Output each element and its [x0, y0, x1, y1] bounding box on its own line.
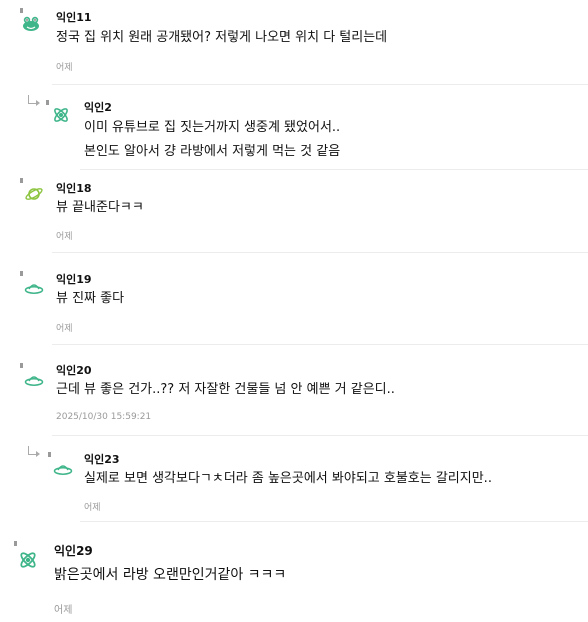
divider [52, 84, 588, 85]
divider [80, 169, 588, 170]
comment-nickname[interactable]: 익인18 [56, 180, 92, 196]
comment-text-line-1: 이미 유튜브로 집 짓는거까지 생중계 됐었어서.. [84, 120, 341, 135]
reply-arrow-icon [28, 95, 40, 106]
indicator-dot [48, 452, 51, 457]
indicator-dot [20, 271, 23, 276]
atom-avatar-icon[interactable] [51, 105, 71, 125]
comment-text: 근데 뷰 좋은 건가..?? 저 자잘한 건물들 넘 안 예쁜 거 같은디.. [56, 382, 395, 397]
reply-arrow-icon [28, 446, 40, 457]
ufo-avatar-icon[interactable] [53, 459, 73, 479]
indicator-dot [46, 100, 49, 105]
indicator-dot [20, 363, 23, 368]
indicator-dot [20, 8, 23, 13]
comment-nickname[interactable]: 익인19 [56, 271, 92, 287]
ufo-avatar-icon[interactable] [24, 278, 44, 298]
planet-avatar-icon[interactable] [24, 184, 44, 204]
indicator-dot [14, 541, 17, 546]
comment-time: 어제 [56, 324, 73, 334]
atom-avatar-icon[interactable] [17, 549, 39, 571]
indicator-dot [20, 178, 23, 183]
comment-nickname[interactable]: 익인2 [84, 99, 112, 115]
ufo-avatar-icon[interactable] [24, 370, 44, 390]
comment-time: 어제 [54, 605, 73, 616]
comment-time: 2025/10/30 15:59:21 [56, 412, 152, 422]
comment-time: 어제 [84, 503, 101, 513]
comment-time: 어제 [56, 232, 73, 242]
divider [52, 252, 588, 253]
frog-avatar-icon[interactable] [21, 14, 41, 34]
comment-time: 어제 [56, 63, 73, 73]
divider [52, 344, 588, 345]
comment-text: 정국 집 위치 원래 공개됐어? 저렇게 나오면 위치 다 털리는데 [56, 30, 388, 45]
divider [80, 521, 588, 522]
comment-nickname[interactable]: 익인20 [56, 362, 92, 378]
comment-text-line-2: 본인도 알아서 걍 라방에서 저렇게 먹는 것 같음 [84, 144, 341, 159]
comment-nickname[interactable]: 익인29 [54, 542, 93, 559]
comment-text: 실제로 보면 생각보다ㄱㅊ더라 좀 높은곳에서 봐야되고 호불호는 갈리지만.. [84, 471, 492, 486]
comment-nickname[interactable]: 익인11 [56, 9, 92, 25]
comment-text: 밝은곳에서 라방 오랜만인거같아 ㅋㅋㅋ [54, 567, 287, 583]
comment-nickname[interactable]: 익인23 [84, 451, 120, 467]
divider [52, 435, 588, 436]
comment-text: 뷰 진짜 좋다 [56, 291, 125, 306]
comment-text: 뷰 끝내준다ㅋㅋ [56, 200, 144, 215]
